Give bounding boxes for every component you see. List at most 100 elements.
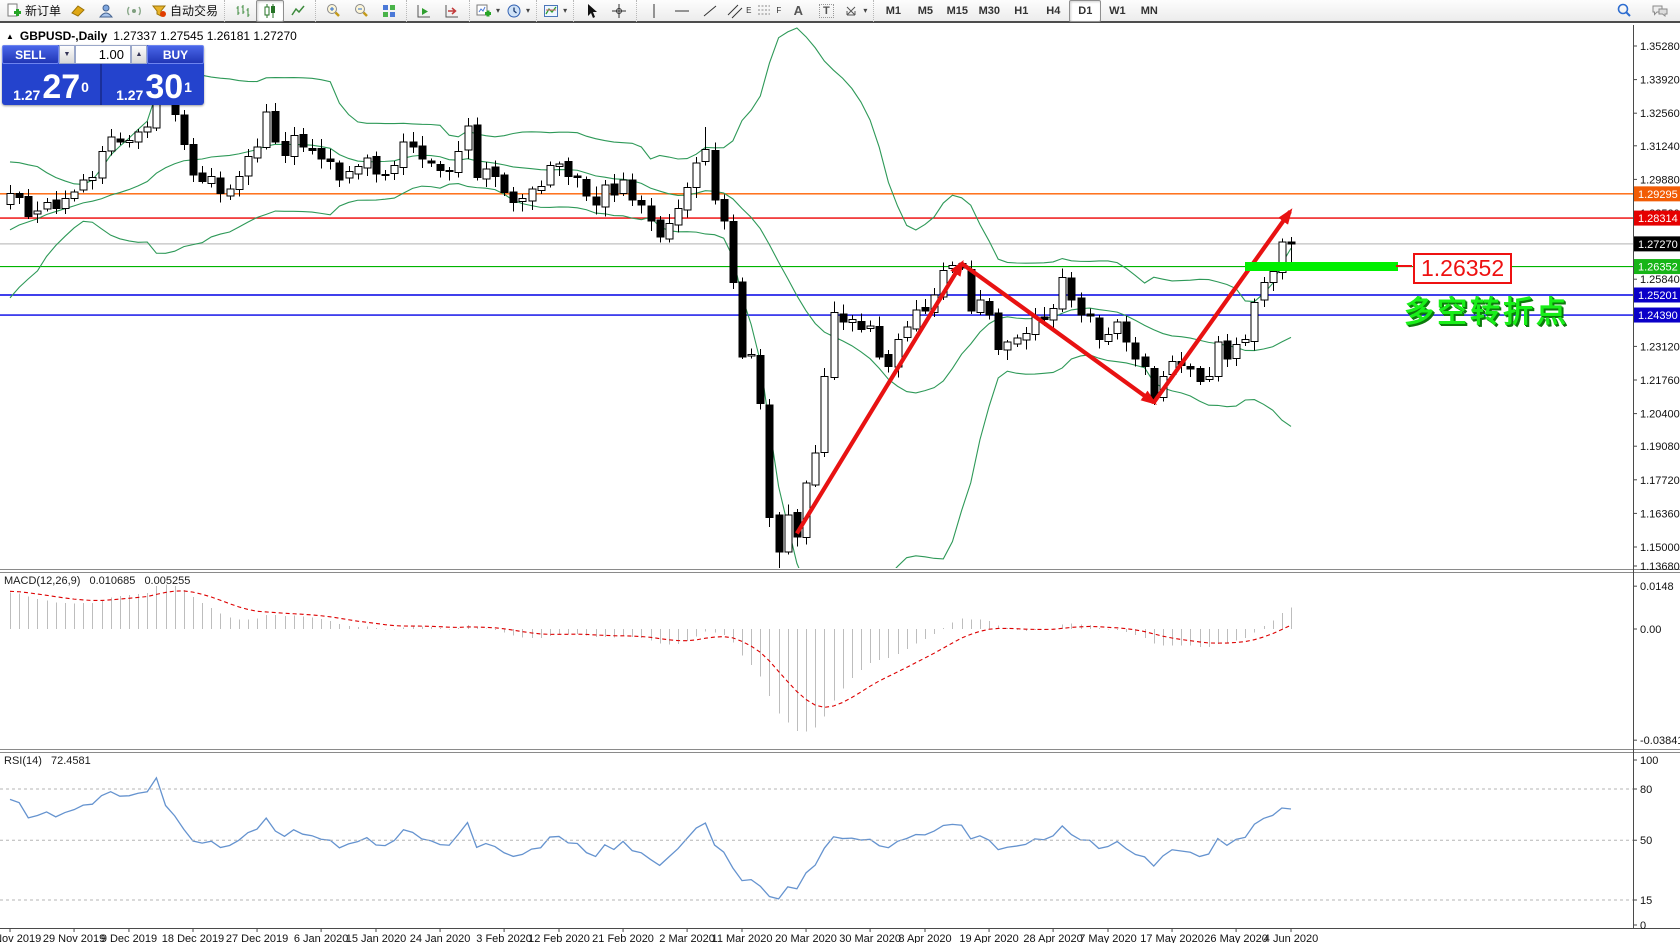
svg-text:17 May 2020: 17 May 2020 — [1140, 933, 1204, 943]
text-button[interactable]: A — [784, 0, 812, 22]
buy-price-pips: 30 — [145, 74, 183, 102]
period-button-M30[interactable]: M30 — [973, 0, 1005, 22]
svg-text:0.0148: 0.0148 — [1640, 581, 1674, 593]
cursor-button[interactable] — [577, 0, 605, 22]
period-button-MN[interactable]: MN — [1133, 0, 1165, 22]
sell-price-pips: 27 — [42, 74, 80, 102]
period-button-M15[interactable]: M15 — [941, 0, 973, 22]
svg-text:18 Dec 2019: 18 Dec 2019 — [162, 933, 224, 943]
svg-text:1.33920: 1.33920 — [1640, 75, 1680, 87]
equidistant-channel-button[interactable]: E — [724, 0, 754, 22]
profile-button[interactable] — [92, 0, 120, 22]
rsi-pane-label: RSI(14) 72.4581 — [4, 755, 91, 767]
profiles-button[interactable]: ▾ — [503, 0, 533, 22]
level-tag-leader — [1396, 265, 1412, 267]
signals-button[interactable] — [120, 0, 148, 22]
crosshair-button[interactable] — [605, 0, 633, 22]
zoom-in-button[interactable] — [319, 0, 347, 22]
candlestick-chart-button[interactable] — [256, 0, 284, 22]
period-button-W1[interactable]: W1 — [1101, 0, 1133, 22]
autotrading-button[interactable]: 自动交易 — [148, 0, 221, 22]
svg-text:1.32560: 1.32560 — [1640, 108, 1680, 120]
svg-text:6 Jan 2020: 6 Jan 2020 — [294, 933, 348, 943]
volume-increase-button[interactable]: ▲ — [131, 45, 147, 64]
auto-scroll-button[interactable] — [410, 0, 438, 22]
svg-text:1.13680: 1.13680 — [1640, 561, 1680, 573]
zoom-out-button[interactable] — [347, 0, 375, 22]
svg-text:80: 80 — [1640, 784, 1652, 796]
svg-text:0: 0 — [1640, 920, 1646, 932]
arrows-button[interactable]: ▾ — [840, 0, 870, 22]
svg-text:1.21760: 1.21760 — [1640, 375, 1680, 387]
svg-text:1.25201: 1.25201 — [1638, 290, 1678, 302]
arrows-caret: ▾ — [863, 6, 867, 15]
candlestick-chart-icon — [262, 3, 278, 19]
svg-text:1.29880: 1.29880 — [1640, 174, 1680, 186]
toolbar: 新订单 自动交易 — [0, 0, 1680, 23]
sell-price[interactable]: 1.27 27 0 — [2, 64, 102, 105]
svg-text:1.24390: 1.24390 — [1638, 310, 1678, 322]
profile-icon — [98, 3, 114, 19]
new-order-button[interactable]: 新订单 — [3, 0, 64, 22]
text-label-icon: T — [819, 4, 834, 18]
vertical-line-button[interactable] — [640, 0, 668, 22]
clock-icon — [506, 3, 522, 19]
text-label-button[interactable]: T — [812, 0, 840, 22]
period-button-H4[interactable]: H4 — [1037, 0, 1069, 22]
period-button-M1[interactable]: M1 — [877, 0, 909, 22]
toolbar-group-objects: E F A T ▾ — [636, 0, 873, 22]
trendline-button[interactable] — [696, 0, 724, 22]
auto-scroll-icon — [416, 3, 432, 19]
line-chart-button[interactable] — [284, 0, 312, 22]
horizontal-line-button[interactable] — [668, 0, 696, 22]
svg-text:15 Jan 2020: 15 Jan 2020 — [346, 933, 407, 943]
chart-area: 1.352801.339201.325601.312401.298801.285… — [0, 25, 1680, 943]
new-chart-button[interactable]: ▾ — [473, 0, 503, 22]
chart-ohlc-values: 1.27337 1.27545 1.26181 1.27270 — [113, 29, 297, 43]
svg-text:20 Mar 2020: 20 Mar 2020 — [775, 933, 837, 943]
sell-price-point: 0 — [81, 80, 89, 94]
volume-input[interactable]: 1.00 — [75, 45, 131, 64]
buy-price-prefix: 1.27 — [116, 88, 143, 102]
price-level-tag[interactable]: 1.26352 — [1413, 253, 1512, 284]
sell-button[interactable]: SELL — [2, 45, 59, 64]
macd-pane-label: MACD(12,26,9) 0.010685 0.005255 — [4, 575, 190, 587]
buy-button[interactable]: BUY — [147, 45, 204, 64]
svg-text:50: 50 — [1640, 835, 1652, 847]
svg-text:1.28314: 1.28314 — [1638, 213, 1678, 225]
svg-text:8 Apr 2020: 8 Apr 2020 — [898, 933, 951, 943]
toolbar-group-scroll — [406, 0, 469, 22]
one-click-collapse-icon[interactable]: ▲ — [6, 32, 14, 41]
tile-windows-button[interactable] — [375, 0, 403, 22]
market-button[interactable] — [64, 0, 92, 22]
toolbar-group-zoom — [315, 0, 406, 22]
svg-text:24 Jan 2020: 24 Jan 2020 — [410, 933, 471, 943]
period-button-M5[interactable]: M5 — [909, 0, 941, 22]
chat-button[interactable] — [1646, 0, 1674, 22]
turning-point-annotation[interactable]: 多空转折点 — [1404, 287, 1569, 331]
macd-name: MACD(12,26,9) — [4, 575, 80, 587]
chart-shift-icon — [444, 3, 460, 19]
buy-price[interactable]: 1.27 30 1 — [104, 64, 204, 105]
svg-text:1.27270: 1.27270 — [1638, 239, 1678, 251]
chart-canvas[interactable]: 1.352801.339201.325601.312401.298801.285… — [0, 0, 1680, 943]
toolbar-group-periods: M1M5M15M30H1H4D1W1MN — [873, 0, 1168, 22]
period-button-D1[interactable]: D1 — [1069, 0, 1101, 22]
svg-text:1.31240: 1.31240 — [1640, 141, 1680, 153]
svg-text:1.35280: 1.35280 — [1640, 41, 1680, 53]
toolbar-group-chart-type — [224, 0, 315, 22]
crosshair-icon — [611, 3, 627, 19]
bar-chart-button[interactable] — [228, 0, 256, 22]
chart-shift-button[interactable] — [438, 0, 466, 22]
fibonacci-button[interactable]: F — [754, 0, 784, 22]
volume-decrease-button[interactable]: ▼ — [59, 45, 75, 64]
rsi-value: 72.4581 — [51, 755, 91, 767]
templates-button[interactable]: ▾ — [540, 0, 570, 22]
period-button-H1[interactable]: H1 — [1005, 0, 1037, 22]
search-button[interactable] — [1610, 0, 1638, 22]
fibonacci-icon — [757, 3, 773, 19]
autotrading-label: 自动交易 — [170, 2, 218, 19]
autotrading-icon — [151, 3, 167, 19]
svg-text:1.25840: 1.25840 — [1640, 274, 1680, 286]
toolbar-group-new: ▾ ▾ — [469, 0, 536, 22]
